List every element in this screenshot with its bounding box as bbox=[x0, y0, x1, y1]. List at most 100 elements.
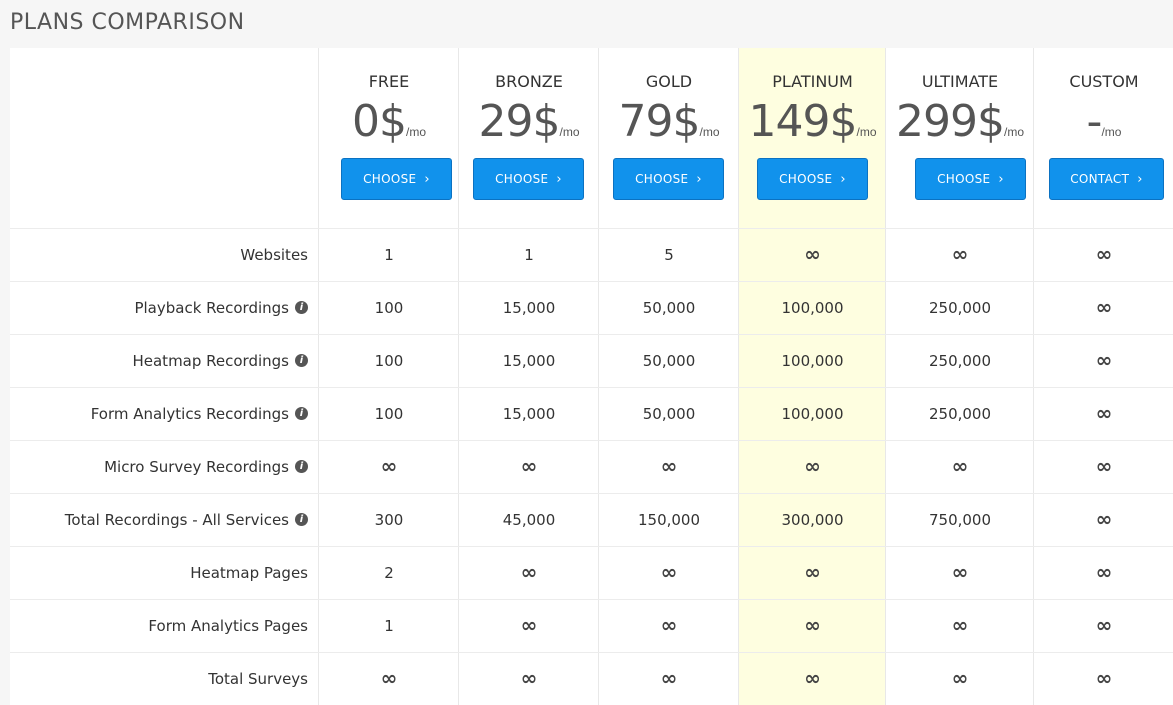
row-divider bbox=[10, 599, 1173, 600]
feature-label-text: Micro Survey Recordings bbox=[104, 458, 289, 476]
infinity-icon: ∞ bbox=[951, 560, 969, 584]
infinity-icon: ∞ bbox=[520, 454, 538, 478]
infinity-icon: ∞ bbox=[1095, 507, 1113, 531]
chevron-right-icon: › bbox=[556, 171, 562, 187]
chevron-right-icon: › bbox=[998, 171, 1004, 187]
feature-value: 15,000 bbox=[502, 405, 556, 423]
infinity-icon: ∞ bbox=[951, 454, 969, 478]
plan-price: 149$/mo bbox=[739, 96, 886, 147]
chevron-right-icon: › bbox=[840, 171, 846, 187]
infinity-icon: ∞ bbox=[380, 666, 398, 690]
infinity-icon: ∞ bbox=[1095, 613, 1113, 637]
feature-value: 2 bbox=[384, 564, 394, 582]
feature-label: Heatmap Pages bbox=[10, 564, 308, 582]
row-divider bbox=[10, 281, 1173, 282]
price-amount: 149$ bbox=[748, 96, 858, 147]
feature-value: 1 bbox=[524, 246, 534, 264]
row-divider bbox=[10, 387, 1173, 388]
price-period: /mo bbox=[699, 125, 720, 139]
infinity-icon: ∞ bbox=[951, 242, 969, 266]
row-divider bbox=[10, 652, 1173, 653]
plan-price: 0$/mo bbox=[319, 96, 459, 147]
info-icon[interactable]: i bbox=[295, 354, 308, 367]
plan-column-gold: GOLD 79$/mo CHOOSE › 5 50,000 50,000 50,000 ∞ 150… bbox=[598, 48, 739, 705]
infinity-icon: ∞ bbox=[804, 454, 821, 478]
infinity-icon: ∞ bbox=[660, 613, 678, 637]
infinity-icon: ∞ bbox=[804, 560, 821, 584]
button-label: CHOOSE bbox=[779, 172, 833, 186]
feature-label-text: Total Recordings - All Services bbox=[64, 511, 289, 529]
plan-name: PLATINUM bbox=[772, 72, 853, 91]
row-divider bbox=[10, 228, 1173, 229]
price-amount: - bbox=[1086, 96, 1103, 147]
feature-value: 300,000 bbox=[781, 511, 844, 529]
price-period: /mo bbox=[856, 125, 877, 139]
feature-label: Total Surveys bbox=[10, 670, 308, 688]
row-divider bbox=[10, 493, 1173, 494]
choose-button-ultimate[interactable]: CHOOSE › bbox=[915, 158, 1026, 200]
price-amount: 0$ bbox=[351, 96, 407, 147]
plan-name: ULTIMATE bbox=[921, 72, 999, 91]
feature-label: Form Analytics Recordings i bbox=[10, 405, 308, 423]
feature-value: 50,000 bbox=[642, 405, 696, 423]
plan-column-platinum: PLATINUM 149$/mo CHOOSE › ∞ 100,000 100,000 100… bbox=[738, 48, 886, 705]
feature-value: 250,000 bbox=[928, 299, 992, 317]
plan-price: 29$/mo bbox=[459, 96, 599, 147]
infinity-icon: ∞ bbox=[660, 454, 678, 478]
infinity-icon: ∞ bbox=[1095, 348, 1113, 372]
choose-button-free[interactable]: CHOOSE › bbox=[341, 158, 452, 200]
feature-label-text: Heatmap Pages bbox=[190, 564, 308, 582]
infinity-icon: ∞ bbox=[1095, 295, 1113, 319]
infinity-icon: ∞ bbox=[1095, 401, 1113, 425]
infinity-icon: ∞ bbox=[1095, 454, 1113, 478]
feature-value: 1 bbox=[384, 617, 394, 635]
plan-name: GOLD bbox=[645, 72, 693, 91]
info-icon[interactable]: i bbox=[295, 301, 308, 314]
feature-label-text: Websites bbox=[240, 246, 308, 264]
infinity-icon: ∞ bbox=[1095, 242, 1113, 266]
feature-value: 1 bbox=[384, 246, 394, 264]
info-icon[interactable]: i bbox=[295, 513, 308, 526]
feature-label-text: Playback Recordings bbox=[134, 299, 289, 317]
button-label: CHOOSE bbox=[495, 172, 549, 186]
feature-label: Heatmap Recordings i bbox=[10, 352, 308, 370]
infinity-icon: ∞ bbox=[380, 454, 398, 478]
feature-value: 50,000 bbox=[642, 352, 696, 370]
choose-button-gold[interactable]: CHOOSE › bbox=[613, 158, 724, 200]
feature-label: Websites bbox=[10, 246, 308, 264]
chevron-right-icon: › bbox=[1137, 171, 1143, 187]
feature-label-text: Form Analytics Recordings bbox=[90, 405, 289, 423]
price-period: /mo bbox=[405, 125, 426, 139]
contact-button-custom[interactable]: CONTACT › bbox=[1049, 158, 1164, 200]
feature-label: Total Recordings - All Services i bbox=[10, 511, 308, 529]
row-divider bbox=[10, 546, 1173, 547]
page-title: PLANS COMPARISON bbox=[10, 10, 245, 35]
infinity-icon: ∞ bbox=[951, 666, 969, 690]
plan-column-free: FREE 0$/mo CHOOSE › 1 100 100 100 ∞ 300 2 1 ∞ bbox=[318, 48, 459, 705]
feature-label: Playback Recordings i bbox=[10, 299, 308, 317]
feature-value: 100 bbox=[374, 405, 404, 423]
infinity-icon: ∞ bbox=[804, 613, 821, 637]
info-icon[interactable]: i bbox=[295, 460, 308, 473]
plan-price: 79$/mo bbox=[599, 96, 739, 147]
info-icon[interactable]: i bbox=[295, 407, 308, 420]
button-label: CHOOSE bbox=[635, 172, 689, 186]
feature-value: 150,000 bbox=[637, 511, 701, 529]
feature-value: 15,000 bbox=[502, 299, 556, 317]
infinity-icon: ∞ bbox=[520, 613, 538, 637]
infinity-icon: ∞ bbox=[804, 242, 821, 266]
choose-button-bronze[interactable]: CHOOSE › bbox=[473, 158, 584, 200]
button-label: CHOOSE bbox=[937, 172, 991, 186]
feature-value: 100,000 bbox=[781, 405, 844, 423]
feature-value: 5 bbox=[664, 246, 674, 264]
chevron-right-icon: › bbox=[424, 171, 430, 187]
infinity-icon: ∞ bbox=[660, 560, 678, 584]
choose-button-platinum[interactable]: CHOOSE › bbox=[757, 158, 868, 200]
price-period: /mo bbox=[559, 125, 580, 139]
feature-value: 15,000 bbox=[502, 352, 556, 370]
infinity-icon: ∞ bbox=[520, 560, 538, 584]
row-divider bbox=[10, 334, 1173, 335]
plan-column-ultimate: ULTIMATE 299$/mo CHOOSE › ∞ 250,000 250,000 250… bbox=[885, 48, 1034, 705]
feature-value: 100 bbox=[374, 352, 404, 370]
feature-value: 300 bbox=[374, 511, 404, 529]
